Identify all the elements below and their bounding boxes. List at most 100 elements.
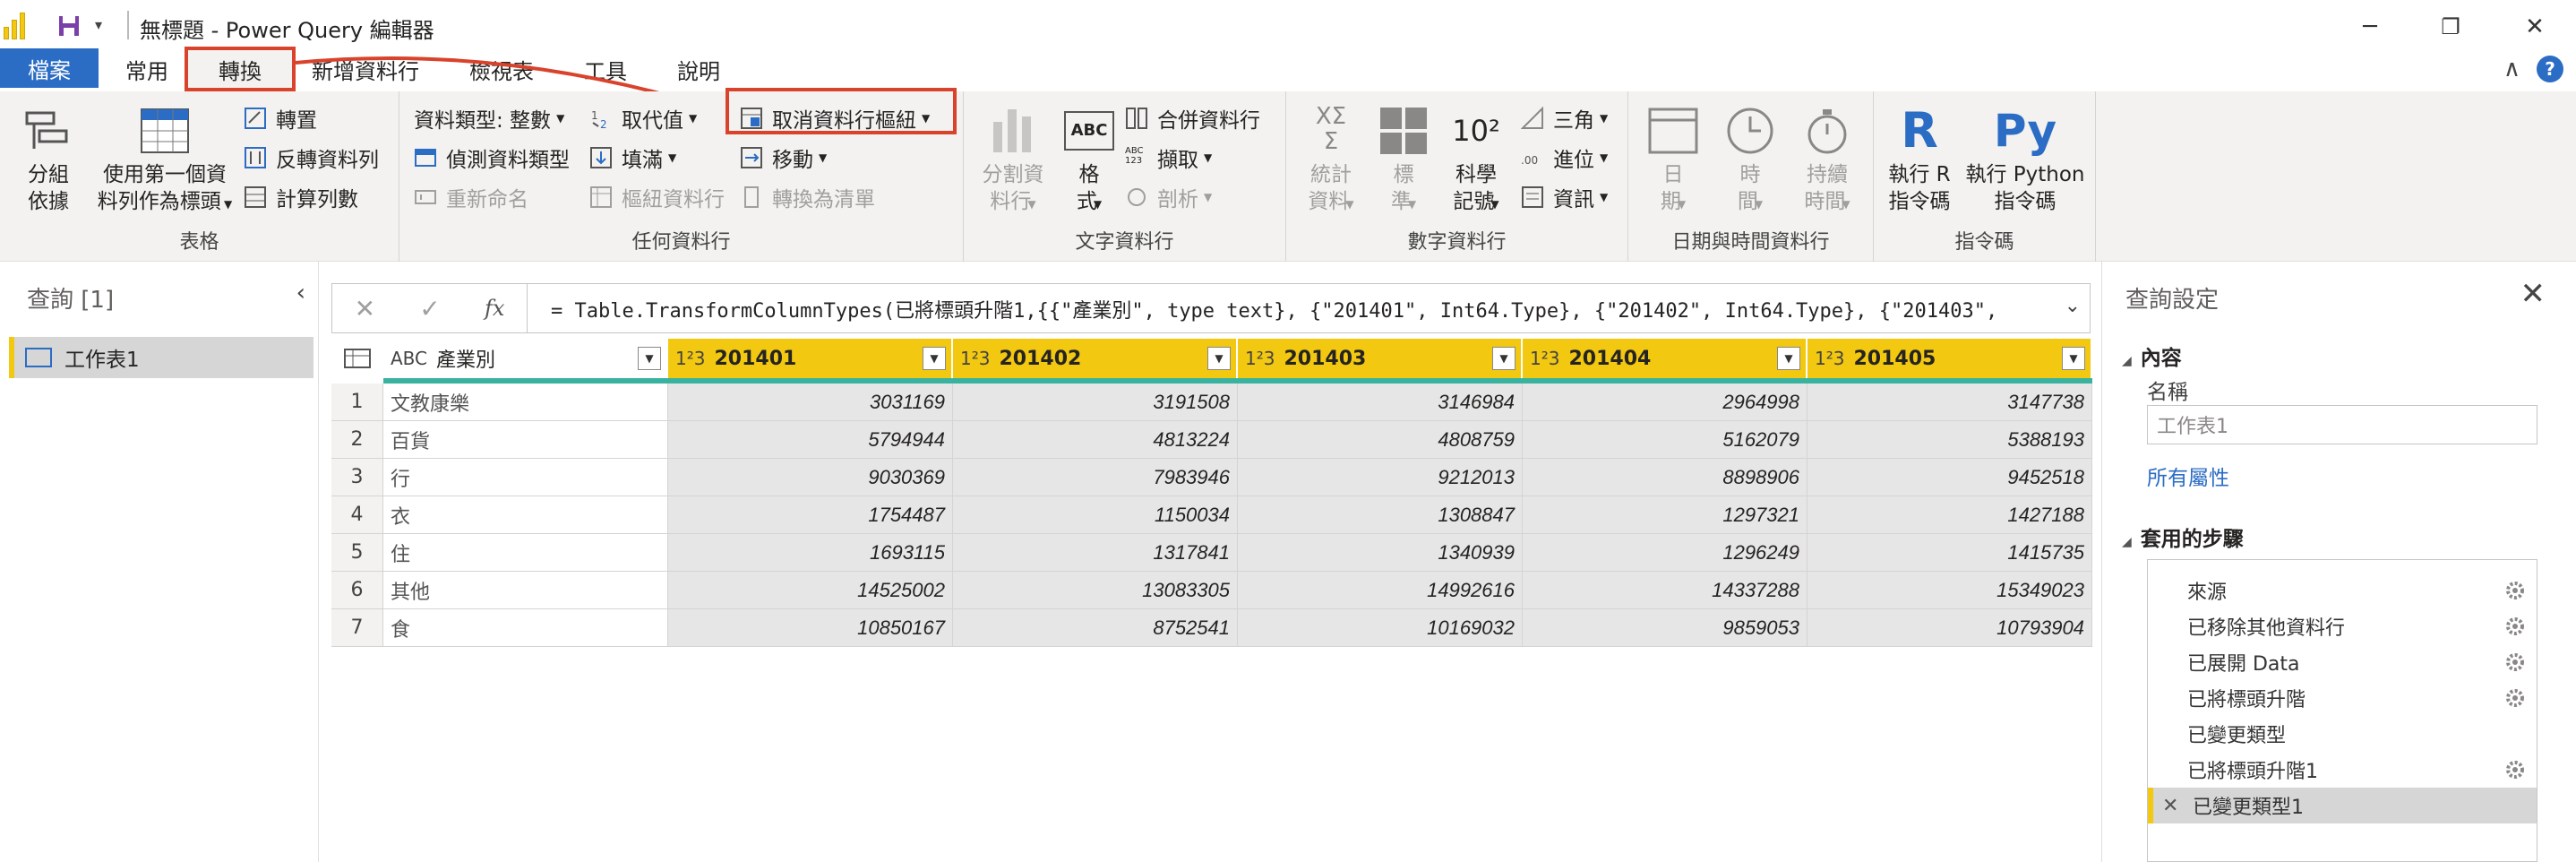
column-filter-dropdown-icon[interactable]: ▼ <box>923 347 946 370</box>
table-cell[interactable]: 2964998 <box>1523 384 1807 421</box>
count-rows-button[interactable]: 計算列數 <box>244 181 358 213</box>
table-cell[interactable]: 8752541 <box>953 609 1238 647</box>
table-cell[interactable]: 1754487 <box>668 496 953 534</box>
table-cell[interactable]: 1296249 <box>1523 534 1807 572</box>
close-settings-icon[interactable]: ✕ <box>2520 276 2546 312</box>
pivot-column-button[interactable]: 樞紐資料行 <box>589 181 725 213</box>
information-button[interactable]: 資訊 ▼ <box>1521 181 1608 213</box>
group-by-button[interactable]: 分組 依據 <box>13 104 84 215</box>
statistics-button[interactable]: XΣ Σ 統計 資料▼ <box>1295 104 1367 218</box>
all-properties-link[interactable]: 所有屬性 <box>2147 461 2229 491</box>
table-cell[interactable]: 3191508 <box>953 384 1238 421</box>
step-settings-gear-icon[interactable] <box>2504 687 2526 709</box>
query-item[interactable]: 工作表1 <box>9 337 313 378</box>
applied-step[interactable]: 來源 <box>2148 573 2537 608</box>
date-button[interactable]: 日 期▼ <box>1637 104 1709 218</box>
table-cell[interactable]: 文教康樂 <box>383 384 668 421</box>
applied-step[interactable]: 已將標頭升階1 <box>2148 752 2537 788</box>
table-cell[interactable]: 15349023 <box>1807 572 2092 609</box>
table-cell[interactable]: 百貨 <box>383 421 668 459</box>
step-settings-gear-icon[interactable] <box>2504 759 2526 780</box>
column-header[interactable]: 1²3 201401 ▼ <box>668 339 951 378</box>
applied-step[interactable]: 已移除其他資料行 <box>2148 608 2537 644</box>
delete-step-icon[interactable]: ✕ <box>2162 795 2178 817</box>
table-cell[interactable]: 9452518 <box>1807 459 2092 496</box>
table-cell[interactable]: 14337288 <box>1523 572 1807 609</box>
applied-step[interactable]: 已展開 Data <box>2148 644 2537 680</box>
table-cell[interactable]: 9030369 <box>668 459 953 496</box>
step-settings-gear-icon[interactable] <box>2504 616 2526 637</box>
applied-step[interactable]: 已將標頭升階 <box>2148 680 2537 716</box>
table-cell[interactable]: 1415735 <box>1807 534 2092 572</box>
step-settings-gear-icon[interactable] <box>2504 651 2526 673</box>
table-cell[interactable]: 9212013 <box>1238 459 1523 496</box>
transpose-button[interactable]: 轉置 <box>244 102 317 134</box>
run-r-script-button[interactable]: R 執行 R 指令碼 <box>1881 104 1958 215</box>
detect-type-button[interactable]: 偵測資料類型 <box>414 142 570 174</box>
standard-button[interactable]: 標 準▼ <box>1372 104 1435 218</box>
table-cell[interactable]: 4813224 <box>953 421 1238 459</box>
table-cell[interactable]: 10850167 <box>668 609 953 647</box>
table-cell[interactable]: 1317841 <box>953 534 1238 572</box>
table-cell[interactable]: 14525002 <box>668 572 953 609</box>
table-cell[interactable]: 10169032 <box>1238 609 1523 647</box>
fx-icon[interactable]: fx <box>485 296 504 321</box>
table-cell[interactable]: 5162079 <box>1523 421 1807 459</box>
table-cell[interactable]: 衣 <box>383 496 668 534</box>
table-cell[interactable]: 5794944 <box>668 421 953 459</box>
duration-button[interactable]: 持續 時間▼ <box>1790 104 1865 218</box>
parse-button[interactable]: 剖析 ▼ <box>1125 181 1212 213</box>
properties-section-header[interactable]: ◢ 內容 <box>2122 340 2182 371</box>
text-type-icon[interactable]: ABC <box>391 348 427 369</box>
column-header[interactable]: 1²3 201403 ▼ <box>1238 339 1521 378</box>
move-button[interactable]: 移動 ▼ <box>740 142 827 174</box>
commit-formula-icon[interactable]: ✓ <box>419 294 440 323</box>
column-filter-dropdown-icon[interactable]: ▼ <box>638 347 661 370</box>
merge-columns-button[interactable]: 合併資料行 <box>1125 102 1260 134</box>
whole-number-type-icon[interactable]: 1²3 <box>675 348 705 369</box>
trig-button[interactable]: 三角 ▼ <box>1521 102 1608 134</box>
reverse-rows-button[interactable]: 反轉資料列 <box>244 142 379 174</box>
expand-formula-icon[interactable]: ⌄ <box>2065 295 2081 317</box>
table-cell[interactable]: 8898906 <box>1523 459 1807 496</box>
table-cell[interactable]: 其他 <box>383 572 668 609</box>
table-cell[interactable]: 9859053 <box>1523 609 1807 647</box>
table-cell[interactable]: 1427188 <box>1807 496 2092 534</box>
table-cell[interactable]: 1340939 <box>1238 534 1523 572</box>
cancel-formula-icon[interactable]: ✕ <box>355 294 375 323</box>
whole-number-type-icon[interactable]: 1²3 <box>1245 348 1275 369</box>
table-cell[interactable]: 14992616 <box>1238 572 1523 609</box>
scientific-button[interactable]: 10² 科學 記號▼ <box>1438 104 1514 218</box>
query-name-input[interactable]: 工作表1 <box>2147 405 2537 444</box>
extract-button[interactable]: ABC 123 擷取 ▼ <box>1125 142 1212 174</box>
formula-input[interactable]: = Table.TransformColumnTypes(已將標頭升階1,{{"… <box>551 295 1997 323</box>
table-cell[interactable]: 3146984 <box>1238 384 1523 421</box>
applied-step[interactable]: 已變更類型 <box>2148 716 2537 752</box>
table-cell[interactable]: 1308847 <box>1238 496 1523 534</box>
convert-to-list-button[interactable]: 轉換為清單 <box>740 181 875 213</box>
table-cell[interactable]: 行 <box>383 459 668 496</box>
table-cell[interactable]: 3147738 <box>1807 384 2092 421</box>
table-cell[interactable]: 1297321 <box>1523 496 1807 534</box>
table-cell[interactable]: 食 <box>383 609 668 647</box>
whole-number-type-icon[interactable]: 1²3 <box>1815 348 1844 369</box>
step-settings-gear-icon[interactable] <box>2504 580 2526 601</box>
fill-button[interactable]: 填滿 ▼ <box>589 142 676 174</box>
time-button[interactable]: 時 間▼ <box>1714 104 1786 218</box>
replace-values-button[interactable]: 12 取代值 ▼ <box>589 102 697 134</box>
column-header[interactable]: ABC 產業別 ▼ <box>383 339 666 378</box>
whole-number-type-icon[interactable]: 1²3 <box>960 348 990 369</box>
table-cell[interactable]: 5388193 <box>1807 421 2092 459</box>
column-filter-dropdown-icon[interactable]: ▼ <box>1207 347 1231 370</box>
table-menu-icon[interactable] <box>331 339 383 378</box>
table-cell[interactable]: 10793904 <box>1807 609 2092 647</box>
data-type-dropdown[interactable]: 資料類型: 整數 ▼ <box>414 102 564 134</box>
whole-number-type-icon[interactable]: 1²3 <box>1530 348 1559 369</box>
format-button[interactable]: ABC 格 式▼ <box>1053 104 1125 218</box>
table-cell[interactable]: 4808759 <box>1238 421 1523 459</box>
column-filter-dropdown-icon[interactable]: ▼ <box>2062 347 2085 370</box>
run-python-script-button[interactable]: Py 執行 Python 指令碼 <box>1960 104 2091 215</box>
collapse-pane-icon[interactable]: ‹ <box>296 280 305 306</box>
column-filter-dropdown-icon[interactable]: ▼ <box>1777 347 1800 370</box>
table-cell[interactable]: 13083305 <box>953 572 1238 609</box>
